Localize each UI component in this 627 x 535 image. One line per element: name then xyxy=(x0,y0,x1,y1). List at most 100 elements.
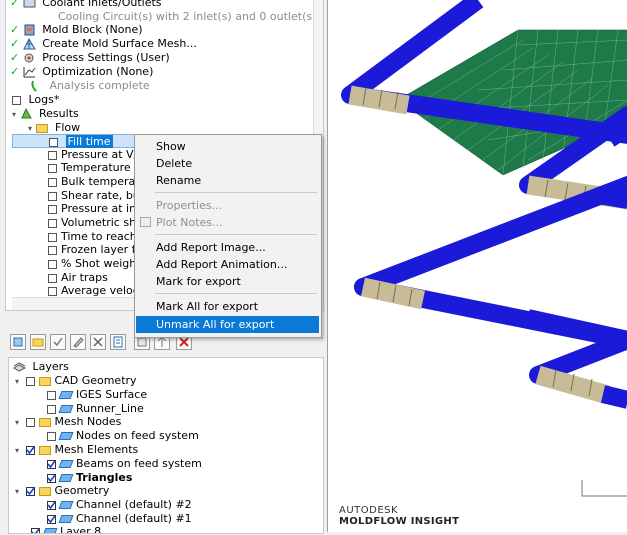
tree-item-flow[interactable]: ▾ Flow xyxy=(28,121,80,135)
layer-checkbox-checked[interactable] xyxy=(47,514,56,524)
layer-checkbox-checked[interactable] xyxy=(47,473,56,483)
layer-icon xyxy=(58,474,74,482)
layer-item-nodes-on-feed[interactable]: Nodes on feed system xyxy=(47,429,199,443)
menu-item-add-report-image[interactable]: Add Report Image... xyxy=(136,239,319,256)
tree-item-result[interactable]: Average veloc xyxy=(48,284,139,298)
layer-icon xyxy=(42,528,58,533)
menu-item-mark-all-export[interactable]: Mark All for export xyxy=(136,298,319,315)
tree-item-result[interactable]: % Shot weight xyxy=(48,257,141,271)
result-checkbox[interactable] xyxy=(48,245,57,255)
layer-item-triangles[interactable]: Triangles xyxy=(47,471,132,485)
result-checkbox[interactable] xyxy=(49,137,58,147)
menu-item-plot-notes[interactable]: Plot Notes... xyxy=(136,214,319,231)
collapse-arrow-icon[interactable]: ▾ xyxy=(15,446,19,455)
collapse-arrow-icon[interactable]: ▾ xyxy=(15,418,19,427)
layer-icon xyxy=(58,515,74,523)
menu-item-unmark-all-export[interactable]: Unmark All for export xyxy=(136,316,319,333)
tree-item-result[interactable]: Pressure at V/ xyxy=(48,148,137,162)
result-checkbox[interactable] xyxy=(48,150,57,160)
tools-icon[interactable] xyxy=(90,334,106,350)
results-icon xyxy=(20,107,33,120)
result-checkbox[interactable] xyxy=(48,259,57,269)
layer-item-channel-2[interactable]: Channel (default) #2 xyxy=(47,498,192,512)
menu-item-add-report-animation[interactable]: Add Report Animation... xyxy=(136,256,319,273)
brand-autodesk: AUTODESK xyxy=(339,505,399,516)
layers-header: Layers xyxy=(13,360,69,374)
layer-item-channel-1[interactable]: Channel (default) #1 xyxy=(47,512,192,526)
layer-checkbox-checked[interactable] xyxy=(47,500,56,510)
tree-item-mold-block[interactable]: ✓ Mold Block (None) xyxy=(10,23,143,37)
result-checkbox[interactable] xyxy=(48,191,57,201)
layer-checkbox-checked[interactable] xyxy=(25,486,35,496)
tree-item-mold-surface-mesh[interactable]: ✓ Create Mold Surface Mesh... xyxy=(10,37,197,51)
result-checkbox[interactable] xyxy=(48,204,57,214)
tree-item-fill-time[interactable]: Fill time xyxy=(12,134,137,148)
tree-item-result[interactable]: Bulk temperati xyxy=(48,175,143,189)
optimization-icon xyxy=(23,66,36,78)
layer-properties-icon[interactable] xyxy=(110,334,126,350)
folder-icon xyxy=(38,445,51,455)
layer-item-geometry[interactable]: ▾ Geometry xyxy=(15,484,109,498)
collapse-arrow-icon[interactable]: ▾ xyxy=(28,124,32,133)
result-checkbox[interactable] xyxy=(48,163,57,173)
menu-item-mark-for-export[interactable]: Mark for export xyxy=(136,273,319,290)
layer-icon xyxy=(58,391,74,399)
layer-item-runner-line[interactable]: Runner_Line xyxy=(47,402,144,416)
layer-item-cad-geometry[interactable]: ▾ CAD Geometry xyxy=(15,374,137,388)
layers-icon xyxy=(13,361,27,373)
menu-item-properties[interactable]: Properties... xyxy=(136,197,319,214)
new-layer-icon[interactable] xyxy=(10,334,26,350)
menu-separator xyxy=(155,293,317,294)
menu-item-show[interactable]: Show xyxy=(136,138,319,155)
result-checkbox[interactable] xyxy=(48,273,57,283)
layer-checkbox-checked[interactable] xyxy=(25,445,35,455)
tree-item-optimization[interactable]: ✓ Optimization (None) xyxy=(10,65,153,79)
tree-item-result[interactable]: Pressure at in xyxy=(48,202,136,216)
logs-checkbox[interactable] xyxy=(12,95,21,105)
layer-checkbox[interactable] xyxy=(47,404,56,414)
tree-item-result[interactable]: Volumetric shi xyxy=(48,216,139,230)
collapse-arrow-icon[interactable]: ▾ xyxy=(15,377,19,386)
tree-item-logs[interactable]: Logs* xyxy=(12,93,59,107)
layer-icon xyxy=(58,432,74,440)
cooling-channel-model xyxy=(341,0,627,497)
layer-item-mesh-nodes[interactable]: ▾ Mesh Nodes xyxy=(15,415,121,429)
layer-item-beams-on-feed[interactable]: Beams on feed system xyxy=(47,457,202,471)
check-icon[interactable] xyxy=(50,334,66,350)
result-checkbox[interactable] xyxy=(48,218,57,228)
layer-checkbox[interactable] xyxy=(25,417,35,427)
collapse-arrow-icon[interactable]: ▾ xyxy=(15,487,19,496)
folder-icon xyxy=(38,417,51,427)
layer-checkbox-checked[interactable] xyxy=(47,459,56,469)
tree-item-process-settings[interactable]: ✓ Process Settings (User) xyxy=(10,51,170,65)
tree-item-coolant-inlets[interactable]: ✓ Coolant Inlets/Outlets xyxy=(10,0,162,10)
tree-item-results[interactable]: ▾ Results xyxy=(12,107,79,121)
collapse-arrow-icon[interactable]: ▾ xyxy=(12,110,16,119)
layer-checkbox[interactable] xyxy=(47,431,56,441)
layer-item-layer-8[interactable]: Layer 8 xyxy=(31,525,101,533)
menu-separator xyxy=(155,234,317,235)
result-checkbox[interactable] xyxy=(48,177,57,187)
edit-icon[interactable] xyxy=(70,334,86,350)
tree-item-result[interactable]: Time to reach xyxy=(48,230,137,244)
menu-item-rename[interactable]: Rename xyxy=(136,172,319,189)
tree-subitem-cooling-circuit[interactable]: Cooling Circuit(s) with 2 inlet(s) and 0… xyxy=(58,10,316,24)
process-settings-icon xyxy=(23,52,36,64)
menu-separator xyxy=(155,192,317,193)
model-viewport[interactable]: AUTODESK MOLDFLOW INSIGHT xyxy=(327,0,627,532)
layer-checkbox[interactable] xyxy=(25,376,35,386)
channel-bottom xyxy=(529,331,627,409)
result-checkbox[interactable] xyxy=(48,232,57,242)
menu-item-delete[interactable]: Delete xyxy=(136,155,319,172)
context-menu: Show Delete Rename Properties... Plot No… xyxy=(134,134,322,338)
layer-checkbox-checked[interactable] xyxy=(31,527,40,533)
result-checkbox[interactable] xyxy=(48,286,57,296)
layer-item-mesh-elements[interactable]: ▾ Mesh Elements xyxy=(15,443,138,457)
layer-item-iges-surface[interactable]: IGES Surface xyxy=(47,388,147,402)
tree-item-result[interactable]: Temperature a xyxy=(48,161,141,175)
layer-checkbox[interactable] xyxy=(47,390,56,400)
tree-item-result[interactable]: Frozen layer fr xyxy=(48,243,140,257)
folder-icon[interactable] xyxy=(30,334,46,350)
tree-item-result[interactable]: Shear rate, bu xyxy=(48,189,140,203)
tree-item-result[interactable]: Air traps xyxy=(48,271,108,285)
